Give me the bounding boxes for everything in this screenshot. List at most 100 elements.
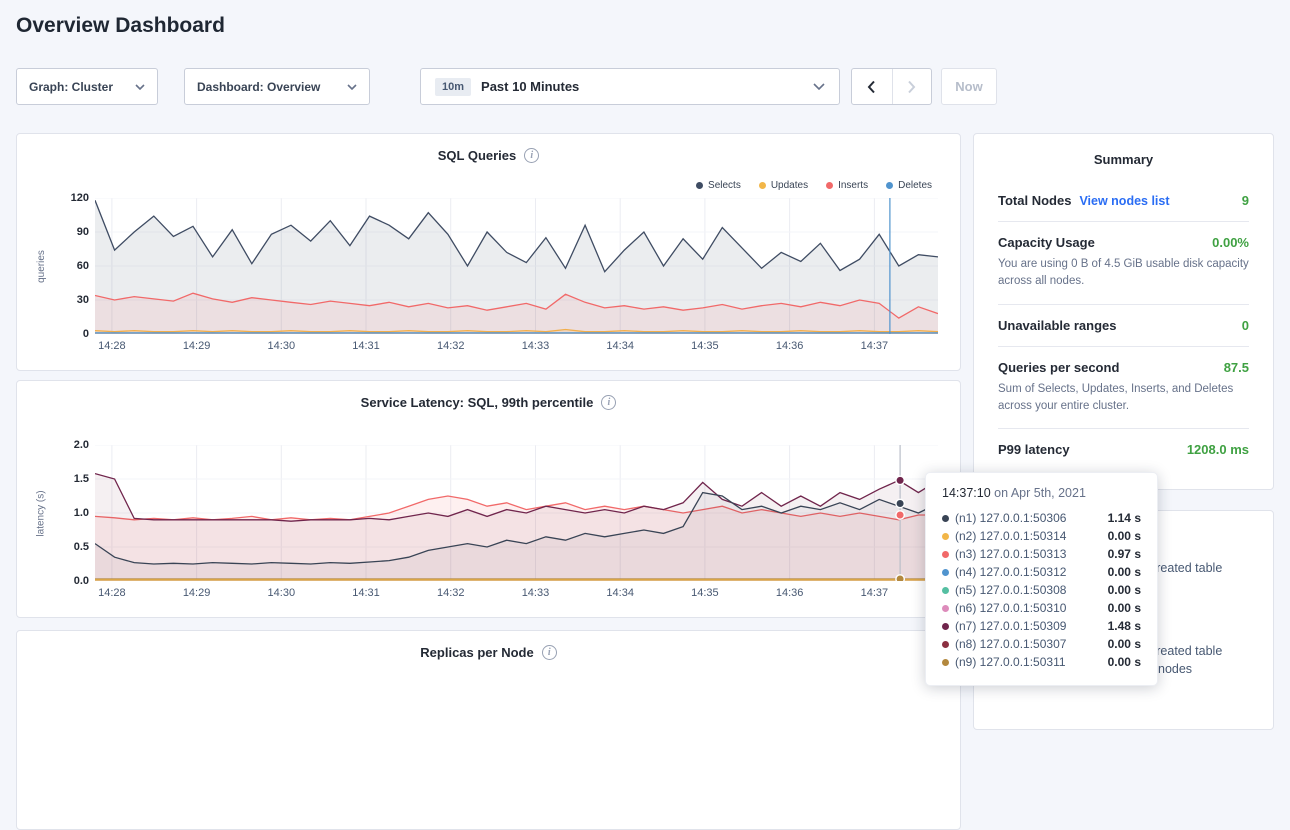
p99-latency-label: P99 latency [998,442,1070,457]
now-button-label: Now [955,79,982,94]
event-item: nodes [1158,662,1192,676]
info-icon[interactable]: i [524,148,539,163]
divider [998,304,1249,305]
capacity-usage-value: 0.00% [1212,235,1249,250]
capacity-usage-label: Capacity Usage [998,235,1095,250]
queries-per-second-value: 87.5 [1224,360,1249,375]
tooltip-node-label: (n7) 127.0.0.1:50309 [955,619,1066,633]
page-title: Overview Dashboard [16,14,225,38]
chart-hover-tooltip: 14:37:10 on Apr 5th, 2021 (n1) 127.0.0.1… [925,472,1158,686]
tooltip-node-row: (n8) 127.0.0.1:503070.00 s [942,635,1141,653]
chart-title-row: SQL Queries i [17,148,960,163]
x-axis-tick: 14:36 [776,587,804,599]
time-range-badge: 10m [435,78,471,96]
legend-color-dot [696,182,703,189]
p99-latency-value: 1208.0 ms [1187,442,1249,457]
x-axis-tick: 14:37 [861,587,889,599]
time-prev-button[interactable] [852,69,892,104]
time-range-label: Past 10 Minutes [481,79,579,94]
replicas-per-node-chart-panel: Replicas per Node i [16,630,961,830]
graph-dropdown-label: Graph: Cluster [29,80,113,94]
x-axis-tick: 14:33 [522,340,550,352]
x-axis-tick: 14:31 [352,340,380,352]
tooltip-node-label: (n5) 127.0.0.1:50308 [955,583,1066,597]
tooltip-node-value: 1.48 s [1108,619,1141,633]
series-color-dot [942,659,949,666]
x-axis-tick: 14:29 [183,340,211,352]
chevron-right-icon [907,80,916,94]
series-color-dot [942,533,949,540]
legend-item[interactable]: Selects [696,180,741,191]
legend-item[interactable]: Inserts [826,180,868,191]
y-axis-tick: 90 [77,226,89,238]
divider [998,346,1249,347]
dashboard-dropdown[interactable]: Dashboard: Overview [184,68,370,105]
y-axis-tick: 1.0 [74,507,89,519]
tooltip-node-row: (n5) 127.0.0.1:50308 0.00 s [942,581,1141,599]
y-axis-ticks: 0306090120 [47,198,89,334]
service-latency-plot-area[interactable] [95,445,938,581]
divider [998,428,1249,429]
tooltip-node-label: (n6) 127.0.0.1:50310 [955,601,1066,615]
graph-dropdown[interactable]: Graph: Cluster [16,68,158,105]
tooltip-node-row: (n4) 127.0.0.1:503120.00 s [942,563,1141,581]
tooltip-node-row: (n9) 127.0.0.1:503110.00 s [942,653,1141,671]
divider [998,221,1249,222]
x-axis-tick: 14:34 [606,587,634,599]
time-next-button[interactable] [892,69,932,104]
total-nodes-label: Total Nodes [998,193,1071,208]
x-axis-tick: 14:34 [606,340,634,352]
x-axis-tick: 14:30 [268,340,296,352]
time-nav-group [851,68,932,105]
series-color-dot [942,551,949,558]
tooltip-node-value: 0.00 s [1108,583,1141,597]
sql-queries-chart-panel: SQL Queries i Selects Updates Inserts Delet… [16,133,961,371]
chart-title-row: Replicas per Node i [17,645,960,660]
tooltip-node-label: (n9) 127.0.0.1:50311 [955,655,1066,669]
tooltip-node-row: (n7) 127.0.0.1:50309 1.48 s [942,617,1141,635]
time-range-picker[interactable]: 10m Past 10 Minutes [420,68,840,105]
x-axis-tick: 14:31 [352,587,380,599]
now-button[interactable]: Now [941,68,997,105]
y-axis-tick: 2.0 [74,439,89,451]
chart-legend: Selects Updates Inserts Deletes [696,180,932,191]
legend-item[interactable]: Updates [759,180,808,191]
summary-title: Summary [998,152,1249,167]
series-color-dot [942,641,949,648]
sql-queries-plot-area[interactable] [95,198,938,334]
x-axis-tick: 14:35 [691,340,719,352]
y-axis-tick: 60 [77,260,89,272]
y-axis-tick: 0.0 [74,575,89,587]
queries-per-second-description: Sum of Selects, Updates, Inserts, and De… [998,381,1249,416]
dashboard-dropdown-label: Dashboard: Overview [197,80,320,94]
service-latency-chart-panel: Service Latency: SQL, 99th percentile i … [16,380,961,618]
event-item: created table [1150,561,1222,575]
x-axis-ticks: 14:2814:2914:3014:3114:3214:3314:3414:35… [95,587,938,601]
x-axis-tick: 14:28 [98,340,126,352]
unavailable-ranges-value: 0 [1242,318,1249,333]
chevron-down-icon [135,84,145,90]
chevron-left-icon [867,80,876,94]
tooltip-node-label: (n8) 127.0.0.1:50307 [955,637,1066,651]
tooltip-node-row: (n3) 127.0.0.1:503130.97 s [942,545,1141,563]
event-item: created table [1150,644,1222,658]
summary-row-unavailable-ranges: Unavailable ranges 0 [998,318,1249,333]
legend-item[interactable]: Deletes [886,180,932,191]
view-nodes-list-link[interactable]: View nodes list [1079,194,1169,208]
y-axis-tick: 0.5 [74,541,89,553]
tooltip-node-label: (n1) 127.0.0.1:50306 [955,511,1066,525]
tooltip-node-row: (n6) 127.0.0.1:503100.00 s [942,599,1141,617]
y-axis-ticks: 0.00.51.01.52.0 [47,445,89,581]
series-color-dot [942,515,949,522]
info-icon[interactable]: i [601,395,616,410]
x-axis-tick: 14:33 [522,587,550,599]
summary-row-queries-per-second: Queries per second 87.5 [998,360,1249,375]
chart-title: Service Latency: SQL, 99th percentile [361,395,594,410]
summary-row-capacity-usage: Capacity Usage 0.00% [998,235,1249,250]
series-color-dot [942,623,949,630]
info-icon[interactable]: i [542,645,557,660]
x-axis-tick: 14:36 [776,340,804,352]
x-axis-tick: 14:30 [268,587,296,599]
tooltip-date: on Apr 5th, 2021 [994,486,1086,500]
legend-color-dot [886,182,893,189]
